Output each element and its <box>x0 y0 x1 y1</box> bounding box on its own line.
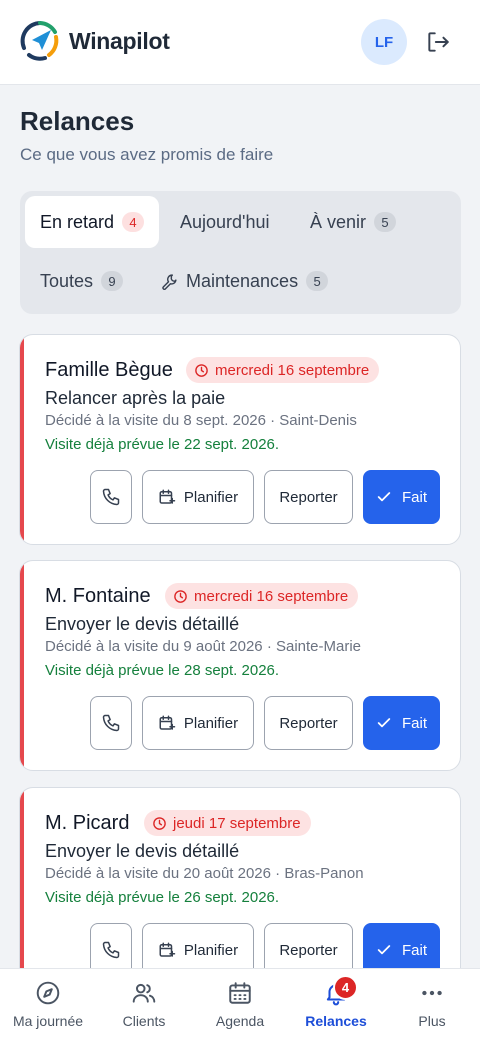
followup-card: M. Fontaine mercredi 16 septembre Envoye… <box>19 560 461 771</box>
compass-icon <box>36 981 60 1005</box>
followup-title: Envoyer le devis détaillé <box>45 614 240 634</box>
logo-icon <box>20 21 59 61</box>
avatar[interactable]: LF <box>361 19 407 65</box>
clock-icon <box>153 816 166 830</box>
done-button[interactable]: Fait <box>363 470 440 524</box>
calendar-icon <box>229 982 251 1004</box>
phone-icon <box>102 488 120 506</box>
check-icon <box>377 945 391 955</box>
tab-count: 5 <box>374 212 397 232</box>
overdue-indicator <box>20 335 24 544</box>
plan-button[interactable]: Planifier <box>142 696 254 750</box>
logout-icon <box>428 32 449 52</box>
nav-label: Plus <box>418 1013 446 1029</box>
notification-badge: 4 <box>333 975 358 1000</box>
logout-button[interactable] <box>424 28 452 56</box>
tab-aujourdhui[interactable]: Aujourd'hui <box>165 196 285 248</box>
followup-meta: Décidé à la visite du 8 sept. 2026 · Sai… <box>45 412 357 429</box>
tab-label: Aujourd'hui <box>180 211 270 232</box>
followup-card: Famille Bègue mercredi 16 septembre Rela… <box>19 334 461 545</box>
page-title: Relances <box>20 106 135 136</box>
tab-en-retard[interactable]: En retard 4 <box>25 196 160 248</box>
bottom-nav: Ma journée Clients Agenda Relances Plus <box>0 968 480 1039</box>
tab-count: 9 <box>101 271 124 291</box>
tab-count: 4 <box>122 212 145 232</box>
more-icon <box>422 990 442 996</box>
phone-icon <box>102 714 120 732</box>
nav-clients[interactable]: Clients <box>96 969 192 1039</box>
followup-meta: Décidé à la visite du 9 août 2026 · Sain… <box>45 638 362 655</box>
planned-visit: Visite déjà prévue le 22 sept. 2026. <box>45 436 280 453</box>
plan-label: Planifier <box>183 714 239 732</box>
client-name: Famille Bègue <box>45 359 173 381</box>
tab-count: 5 <box>306 271 329 291</box>
due-date: jeudi 17 septembre <box>173 814 301 832</box>
client-name: M. Fontaine <box>45 585 151 607</box>
tab-label: Maintenances <box>186 270 299 291</box>
brand-name: Winapilot <box>69 28 170 54</box>
filter-tabs: En retard 4 Aujourd'hui À venir 5 Toutes… <box>20 191 461 314</box>
plan-button[interactable]: Planifier <box>142 470 254 524</box>
clock-icon <box>174 589 187 603</box>
calendar-plus-icon <box>159 942 176 957</box>
calendar-plus-icon <box>159 489 176 504</box>
wrench-icon <box>161 273 178 290</box>
client-name: M. Picard <box>45 812 130 834</box>
nav-label: Clients <box>122 1013 166 1029</box>
tab-a-venir[interactable]: À venir 5 <box>295 196 411 248</box>
call-button[interactable] <box>90 470 132 524</box>
due-date-badge: mercredi 16 septembre <box>165 583 359 609</box>
plan-label: Planifier <box>183 941 239 959</box>
nav-ma-journee[interactable]: Ma journée <box>0 969 96 1039</box>
followup-title: Envoyer le devis détaillé <box>45 841 240 861</box>
done-label: Fait <box>401 941 427 959</box>
planned-visit: Visite déjà prévue le 28 sept. 2026. <box>45 662 280 679</box>
planned-visit: Visite déjà prévue le 26 sept. 2026. <box>45 889 280 906</box>
followup-title: Relancer après la paie <box>45 388 226 408</box>
phone-icon <box>102 941 120 959</box>
calendar-plus-icon <box>159 715 176 730</box>
nav-label: Agenda <box>215 1013 265 1029</box>
nav-label: Relances <box>305 1013 367 1029</box>
done-button[interactable]: Fait <box>363 696 440 750</box>
report-button[interactable]: Reporter <box>264 470 353 524</box>
due-date: mercredi 16 septembre <box>215 361 370 379</box>
nav-agenda[interactable]: Agenda <box>192 969 288 1039</box>
check-icon <box>377 718 391 728</box>
nav-plus[interactable]: Plus <box>384 969 480 1039</box>
due-date: mercredi 16 septembre <box>194 587 349 605</box>
overdue-indicator <box>20 561 24 770</box>
tab-maintenances[interactable]: Maintenances 5 <box>146 255 343 307</box>
nav-label: Ma journée <box>12 1013 84 1029</box>
tab-toutes[interactable]: Toutes 9 <box>25 255 138 307</box>
tab-label: À venir <box>310 211 367 232</box>
done-label: Fait <box>401 488 427 506</box>
page-subtitle: Ce que vous avez promis de faire <box>20 145 274 164</box>
clock-icon <box>195 363 208 377</box>
due-date-badge: mercredi 16 septembre <box>186 357 380 383</box>
tab-label: Toutes <box>40 270 94 291</box>
tab-label: En retard <box>40 211 115 232</box>
call-button[interactable] <box>90 696 132 750</box>
followup-meta: Décidé à la visite du 20 août 2026 · Bra… <box>45 865 364 882</box>
done-label: Fait <box>401 714 427 732</box>
overdue-indicator <box>20 788 24 997</box>
followup-card: M. Picard jeudi 17 septembre Envoyer le … <box>19 787 461 998</box>
check-icon <box>377 492 391 502</box>
report-button[interactable]: Reporter <box>264 696 353 750</box>
due-date-badge: jeudi 17 septembre <box>144 810 311 836</box>
plan-label: Planifier <box>183 488 239 506</box>
top-bar: Winapilot LF <box>0 0 480 85</box>
users-icon <box>132 983 156 1003</box>
